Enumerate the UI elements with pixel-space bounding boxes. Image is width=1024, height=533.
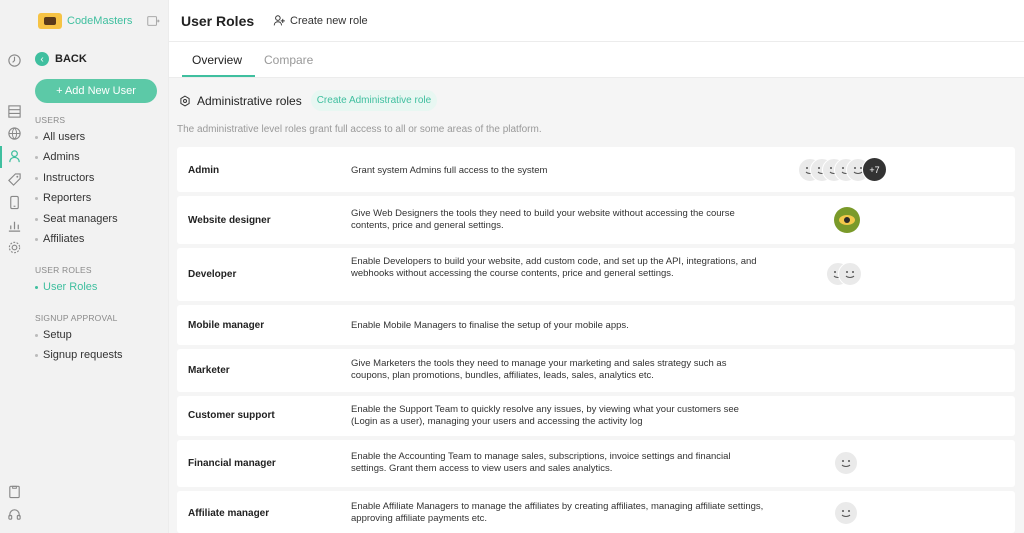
add-new-user-button[interactable]: + Add New User [35,79,157,103]
tab-overview[interactable]: Overview [192,53,242,67]
sidebar-item-user-roles[interactable]: User Roles [35,281,97,293]
tab-bar: Overview Compare [169,42,1024,78]
settings-icon[interactable] [7,240,22,255]
role-avatars [834,501,858,525]
rail-active-indicator [0,146,2,168]
role-row-customer-support[interactable]: Customer support Enable the Support Team… [177,396,1015,436]
create-new-role-label: Create new role [290,14,368,27]
create-administrative-role-button[interactable]: Create Administrative role [310,90,438,111]
role-row-affiliate-manager[interactable]: Affiliate manager Enable Affiliate Manag… [177,491,1015,533]
role-avatars [834,451,858,475]
role-name: Affiliate manager [188,508,270,519]
sidebar-item-instructors[interactable]: Instructors [35,172,94,184]
role-name: Developer [188,269,237,280]
sidebar-item-label: Setup [43,329,72,341]
sidebar-item-seat-managers[interactable]: Seat managers [35,213,118,225]
sidebar-item-label: Instructors [43,172,95,184]
users-icon[interactable] [7,149,22,164]
sidebar-item-affiliates[interactable]: Affiliates [35,233,84,245]
section-header: Administrative roles Create Administrati… [179,90,438,111]
role-name: Marketer [188,365,230,376]
section-title: Administrative roles [197,93,302,108]
history-icon[interactable] [7,53,22,68]
role-description: Enable Mobile Managers to finalise the s… [351,320,629,331]
avatar [838,262,862,286]
role-description: Give Web Designers the tools they need t… [351,208,735,231]
brand: CodeMasters [28,0,168,42]
role-row-website-designer[interactable]: Website designer Give Web Designers the … [177,196,1015,244]
sidebar-item-label: All users [43,131,86,143]
main-content: User Roles Create new role Overview Comp… [168,0,1024,533]
more-avatars-badge: +7 [862,157,887,182]
avatar [834,501,858,525]
role-name: Mobile manager [188,320,265,331]
role-name: Customer support [188,410,275,421]
globe-icon[interactable] [7,126,22,141]
sidebar: CodeMasters ‹ BACK + Add New User USERS … [28,0,168,533]
headset-icon[interactable] [7,507,22,522]
back-label: BACK [55,53,87,65]
role-row-developer[interactable]: Developer Enable Developers to build you… [177,248,1015,301]
sidebar-item-label: Admins [43,151,80,163]
role-description: Give Marketers the tools they need to ma… [351,358,727,381]
role-description: Grant system Admins full access to the s… [351,165,548,176]
eye-avatar-icon [834,207,860,233]
tab-compare[interactable]: Compare [264,53,313,67]
sidebar-item-label: Affiliates [43,233,85,245]
sidebar-item-all-users[interactable]: All users [35,131,85,143]
page-title: User Roles [181,13,255,29]
collapse-sidebar-icon[interactable] [146,14,160,28]
clipboard-icon[interactable] [7,484,22,499]
active-tab-indicator [182,75,255,77]
tag-icon[interactable] [7,172,22,187]
icon-rail [0,0,28,533]
avatar [834,451,858,475]
sidebar-item-signup-requests[interactable]: Signup requests [35,349,123,361]
role-name: Admin [188,165,220,176]
chevron-left-icon: ‹ [35,52,49,66]
role-row-marketer[interactable]: Marketer Give Marketers the tools they n… [177,349,1015,392]
sidebar-item-label: Signup requests [43,349,123,361]
courses-icon[interactable] [7,104,22,119]
role-description: Enable the Support Team to quickly resol… [351,404,739,427]
settings-gear-icon [180,95,190,106]
role-description: Enable Affiliate Managers to manage the … [351,501,764,524]
role-description: Enable the Accounting Team to manage sal… [351,451,731,474]
role-row-mobile-manager[interactable]: Mobile manager Enable Mobile Managers to… [177,305,1015,345]
sidebar-item-label: User Roles [43,281,98,293]
section-title-user-roles: USER ROLES [35,265,92,275]
role-description: Enable Developers to build your website,… [351,256,757,279]
create-new-role-button[interactable]: Create new role [273,14,368,27]
back-button[interactable]: ‹ BACK [35,52,87,66]
sidebar-item-setup[interactable]: Setup [35,329,72,341]
role-avatars [826,262,862,286]
app-name: CodeMasters [67,15,133,27]
analytics-icon[interactable] [7,218,22,233]
top-bar: User Roles Create new role [169,0,1024,42]
mobile-icon[interactable] [7,195,22,210]
role-row-admin[interactable]: Admin Grant system Admins full access to… [177,147,1015,192]
sidebar-item-reporters[interactable]: Reporters [35,192,91,204]
role-name: Website designer [188,215,271,226]
section-title-users: USERS [35,115,66,125]
logo-icon [38,13,62,29]
role-avatars: +7 [798,157,887,182]
role-name: Financial manager [188,458,276,469]
sidebar-item-admins[interactable]: Admins [35,151,80,163]
sidebar-item-label: Seat managers [43,213,118,225]
section-description: The administrative level roles grant ful… [177,124,542,135]
role-avatars [834,207,860,233]
role-row-financial-manager[interactable]: Financial manager Enable the Accounting … [177,440,1015,487]
sidebar-item-label: Reporters [43,192,92,204]
section-title-signup-approval: SIGNUP APPROVAL [35,313,118,323]
add-user-icon [273,15,285,26]
